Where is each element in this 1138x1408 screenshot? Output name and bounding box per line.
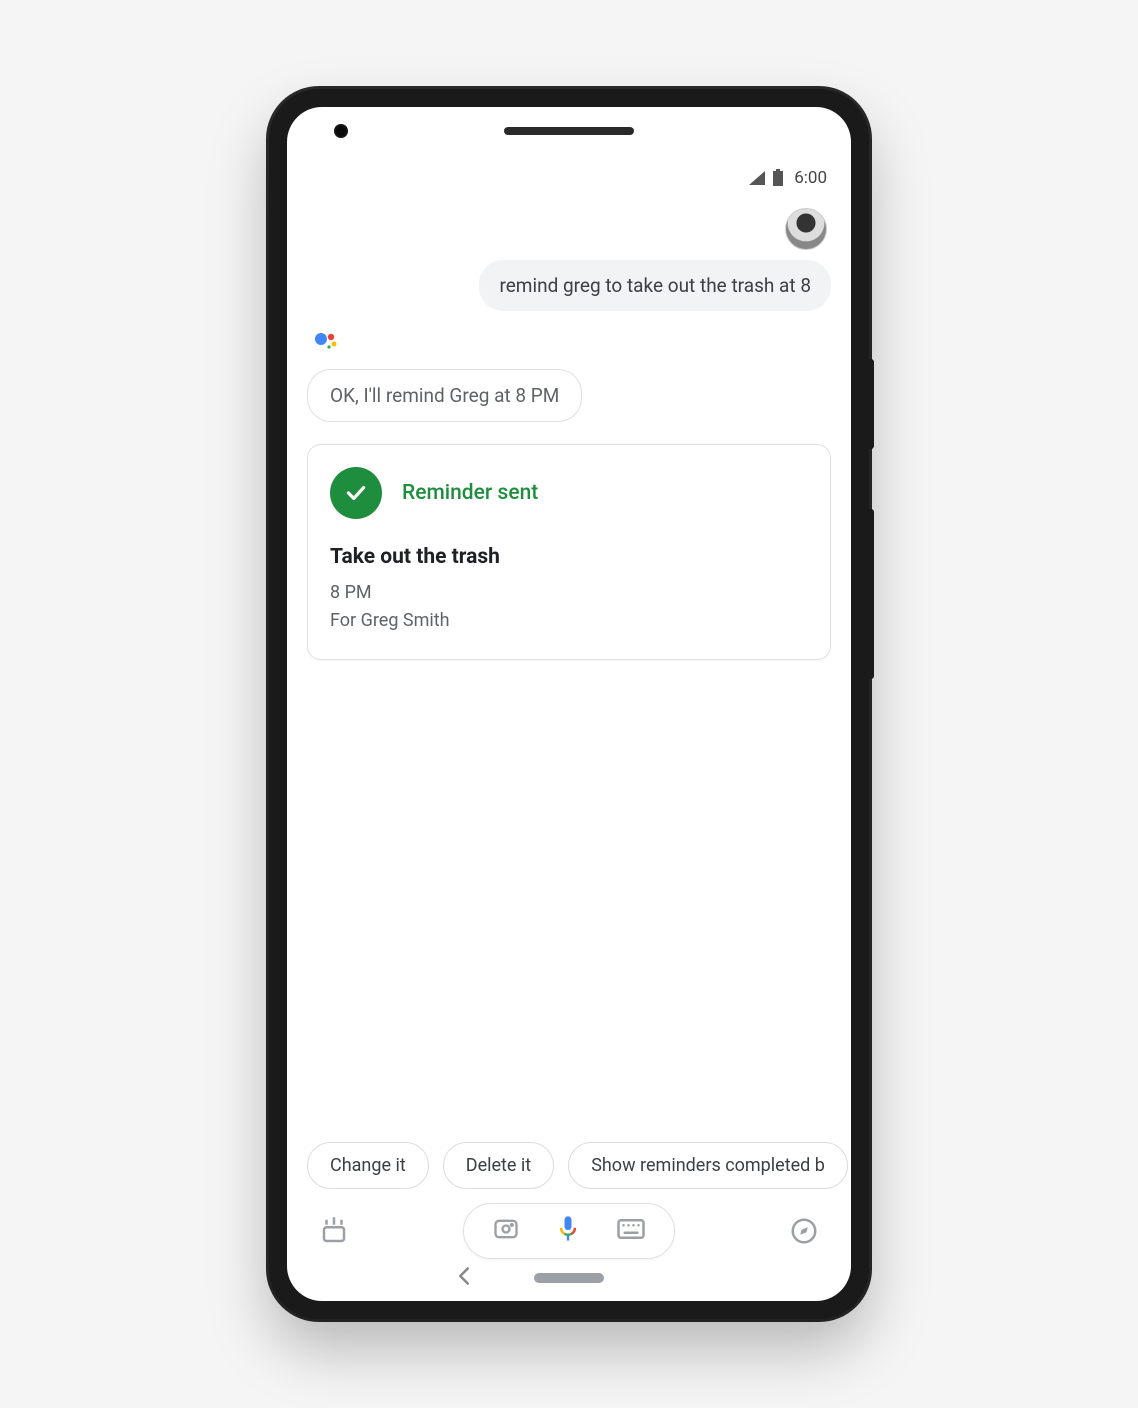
chip-delete-it[interactable]: Delete it	[443, 1142, 554, 1189]
conversation-area: remind greg to take out the trash at 8 O…	[287, 190, 851, 1301]
chip-change-it[interactable]: Change it	[307, 1142, 429, 1189]
assistant-bottom-bar	[287, 1203, 851, 1259]
card-status-label: Reminder sent	[402, 481, 538, 505]
status-bar: 6:00	[287, 162, 851, 190]
phone-frame: 6:00 remind greg to take out the trash a…	[269, 89, 869, 1319]
reminder-time: 8 PM	[330, 579, 808, 607]
battery-icon	[772, 169, 784, 187]
chip-show-reminders[interactable]: Show reminders completed b	[568, 1142, 848, 1189]
reminder-for: For Greg Smith	[330, 607, 808, 635]
lens-icon[interactable]	[492, 1215, 520, 1247]
system-nav-bar	[287, 1265, 851, 1291]
assistant-logo-icon	[313, 329, 831, 359]
phone-speaker	[504, 127, 634, 135]
signal-icon	[748, 170, 766, 186]
explore-icon[interactable]	[787, 1214, 821, 1248]
checkmark-icon	[330, 467, 382, 519]
nav-home-pill[interactable]	[534, 1273, 604, 1283]
suggestion-chips-row[interactable]: Change it Delete it Show reminders compl…	[287, 1142, 851, 1189]
user-avatar[interactable]	[785, 208, 827, 250]
assistant-reply-bubble: OK, I'll remind Greg at 8 PM	[307, 369, 582, 422]
reminder-title: Take out the trash	[330, 545, 808, 569]
phone-camera	[334, 124, 348, 138]
nav-back-icon[interactable]	[457, 1266, 471, 1291]
card-header: Reminder sent	[330, 467, 808, 519]
screen: 6:00 remind greg to take out the trash a…	[287, 107, 851, 1301]
avatar-row	[307, 200, 831, 260]
status-time: 6:00	[794, 168, 827, 188]
mic-icon[interactable]	[554, 1214, 582, 1248]
keyboard-icon[interactable]	[616, 1217, 646, 1245]
user-message-bubble: remind greg to take out the trash at 8	[479, 260, 831, 311]
power-button	[869, 359, 874, 449]
volume-button	[869, 509, 874, 679]
reminder-card[interactable]: Reminder sent Take out the trash 8 PM Fo…	[307, 444, 831, 660]
input-pill[interactable]	[463, 1203, 675, 1259]
user-message-row: remind greg to take out the trash at 8	[307, 260, 831, 311]
updates-icon[interactable]	[317, 1214, 351, 1248]
